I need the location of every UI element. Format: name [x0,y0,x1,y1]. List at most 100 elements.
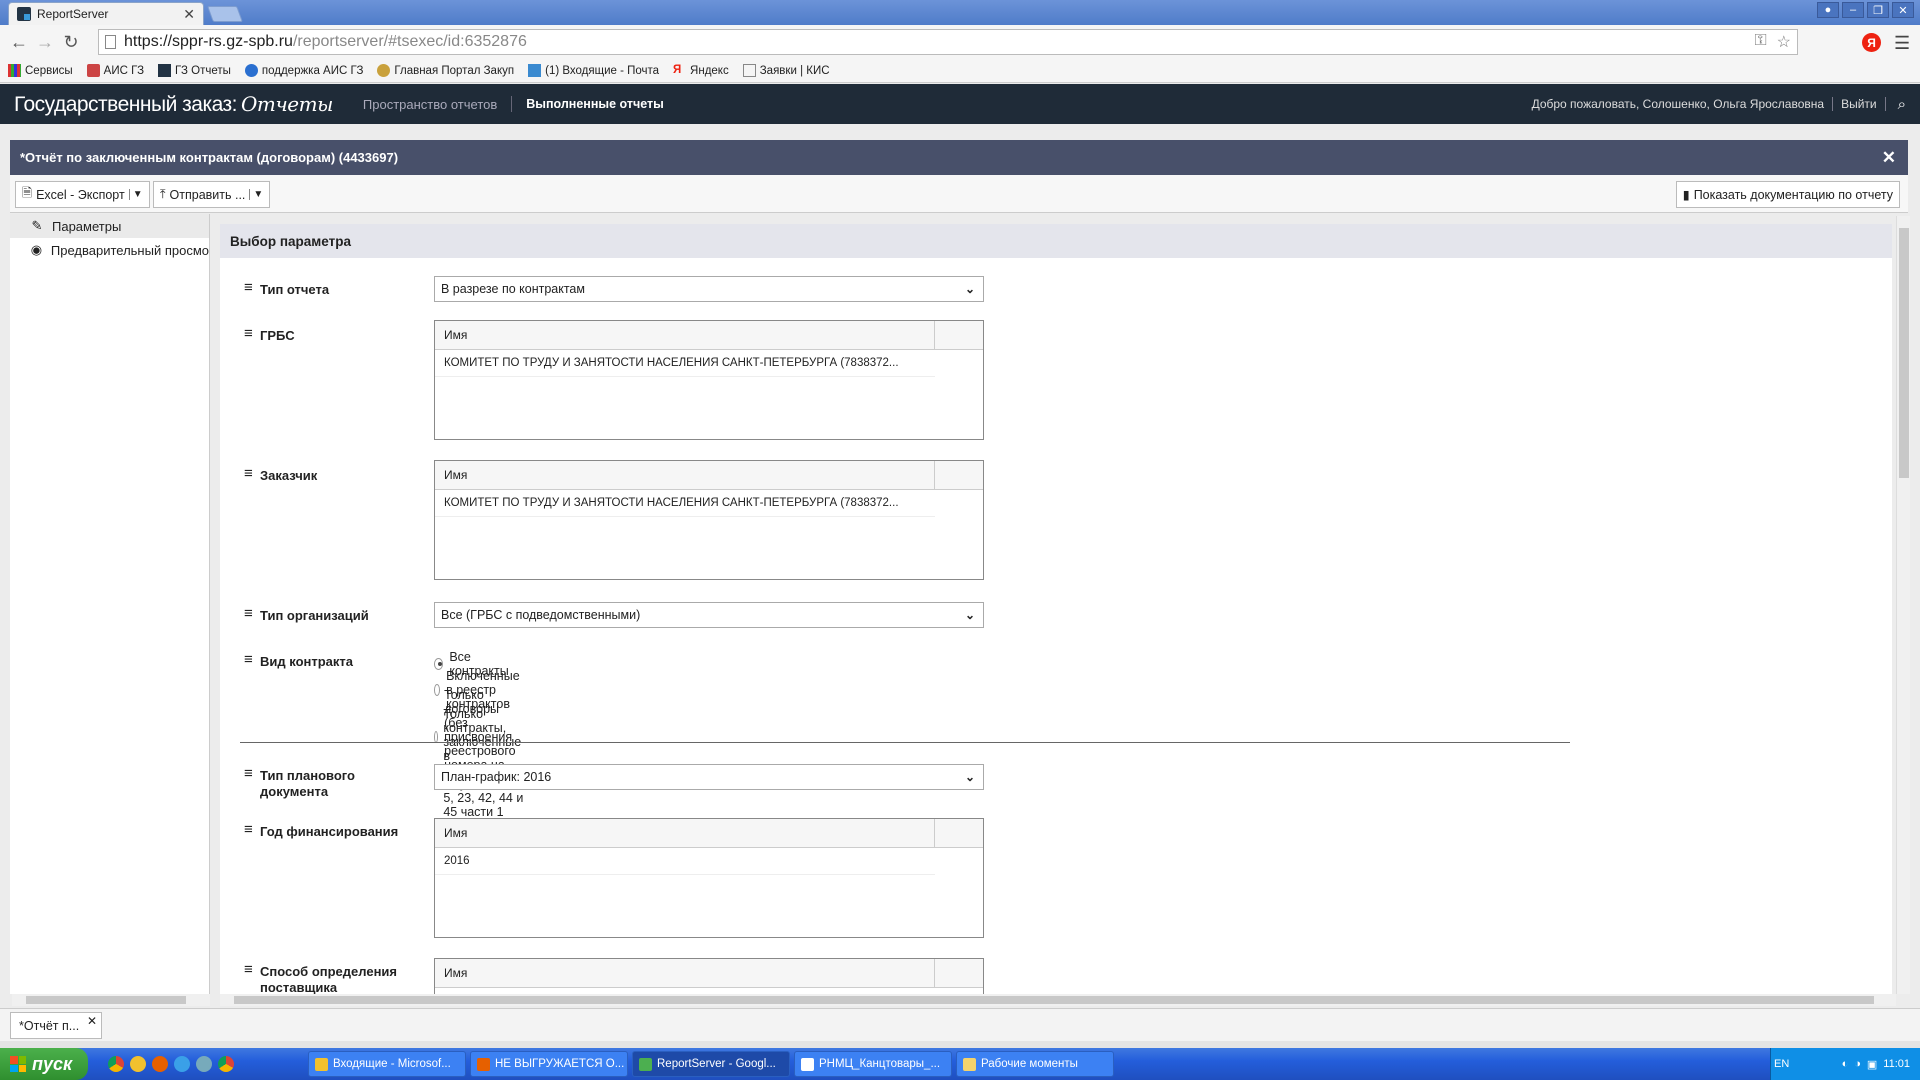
browser-menu-icon[interactable]: ☰ [1894,33,1910,54]
chevron-down-icon: ⌄ [964,770,975,784]
org-type-select[interactable]: Все (ГРБС с подведомственными) ⌄ [434,602,984,628]
left-panel: ✎ Параметры ◉ Предварительный просмо [10,214,210,994]
scroll-thumb[interactable] [26,996,186,1004]
chevron-down-icon: ⌄ [964,282,975,296]
page-icon [105,35,116,49]
fin-year-listbox[interactable]: Имя 2016 [434,818,984,938]
tools-icon [86,64,100,77]
document-icon [742,64,756,77]
left-item-parameters[interactable]: ✎ Параметры [10,214,209,238]
bookmark-yandex[interactable]: Я Яндекс [673,64,729,77]
supplier-column-header[interactable]: Имя [435,959,983,988]
firefox-icon[interactable] [152,1056,168,1072]
customer-list-item[interactable]: КОМИТЕТ ПО ТРУДУ И ЗАНЯТОСТИ НАСЕЛЕНИЯ С… [435,490,935,517]
chrome-icon [639,1057,652,1071]
bookmark-kis[interactable]: Заявки | КИС [742,64,830,77]
plan-doc-select[interactable]: План-график: 2016 ⌄ [434,764,984,790]
bookmark-mail[interactable]: (1) Входящие - Почта [528,64,659,77]
bookmark-star-icon[interactable]: ☆ [1777,32,1791,52]
minimize-icon[interactable]: – [1842,2,1864,18]
nav-reports-space[interactable]: Пространство отчетов [363,97,497,112]
yandex-icon[interactable]: Я [1862,33,1881,52]
app-logo[interactable]: Государственный заказ: Отчеты [14,92,333,117]
tab-close-icon[interactable]: ✕ [183,6,195,23]
task-folder[interactable]: Рабочие моменты [956,1051,1114,1077]
grbs-column-header[interactable]: Имя [435,321,983,350]
task-outlook[interactable]: Входящие - Microsof... [308,1051,466,1077]
upload-icon: ⤒ [160,187,166,201]
reload-icon[interactable]: ↻ [58,32,84,53]
scroll-thumb[interactable] [1899,228,1909,478]
nav-separator [511,96,513,112]
windows-taskbar: пуск Входящие - Microsof... НЕ ВЫГРУЖАЕТ… [0,1048,1920,1080]
customer-label: Заказчик [244,466,404,484]
bookmark-support[interactable]: поддержка АИС ГЗ [244,64,363,77]
task-chrome[interactable]: ReportServer - Googl... [632,1051,790,1077]
report-type-label: Тип отчета [244,280,404,298]
back-arrow-icon[interactable]: ← [6,32,32,53]
left-item-preview[interactable]: ◉ Предварительный просмо [10,238,209,262]
welcome-text: Добро пожаловать, Солошенко, Ольга Яросл… [1531,97,1825,111]
excel-icon [801,1057,814,1071]
send-button[interactable]: ⤒ Отправить ... ▼ [153,181,271,208]
book-icon: ▮ [1682,188,1690,202]
taskbar-buttons: Входящие - Microsof... НЕ ВЫГРУЖАЕТСЯ О.… [308,1051,1114,1077]
browser-tab[interactable]: ReportServer ✕ [8,2,204,25]
chrome-icon[interactable] [218,1056,234,1072]
scroll-thumb[interactable] [234,996,1874,1004]
url-input[interactable]: https://sppr-rs.gz-spb.ru/reportserver/#… [98,29,1798,55]
report-type-select[interactable]: В разрезе по контрактам ⌄ [434,276,984,302]
nav-executed-reports[interactable]: Выполненные отчеты [526,97,664,111]
bookmark-services[interactable]: Сервисы [8,64,73,77]
globe-icon [244,64,258,77]
key-icon[interactable]: ⚿ [1754,32,1766,52]
close-window-icon[interactable]: ✕ [1892,2,1914,18]
supplier-method-label: Способ определения поставщика [244,962,404,994]
bookmark-gz-reports[interactable]: ГЗ Отчеты [158,64,231,77]
outlook-icon[interactable] [130,1056,146,1072]
show-docs-button[interactable]: ▮ Показать документацию по отчету [1675,181,1900,208]
chrome-icon[interactable] [108,1056,124,1072]
user-icon[interactable]: ● [1817,2,1839,18]
forward-arrow-icon[interactable]: → [32,32,58,53]
horizontal-scrollbar[interactable] [220,994,1896,1006]
eye-icon: ◉ [30,242,43,257]
language-indicator[interactable]: EN [1774,1058,1789,1070]
search-icon[interactable]: ⌕ [1898,96,1906,113]
window-controls: ● – ❐ ✕ [1817,2,1914,18]
grbs-listbox[interactable]: Имя КОМИТЕТ ПО ТРУДУ И ЗАНЯТОСТИ НАСЕЛЕН… [434,320,984,440]
supplier-method-listbox[interactable]: Имя [434,958,984,994]
left-panel-scrollbar[interactable] [12,994,210,1006]
chevron-down-icon[interactable]: ▼ [249,189,263,200]
task-firefox[interactable]: НЕ ВЫГРУЖАЕТСЯ О... [470,1051,628,1077]
bookmark-portal[interactable]: Главная Портал Закуп [377,64,514,77]
messenger-icon[interactable] [196,1056,212,1072]
customer-listbox[interactable]: Имя КОМИТЕТ ПО ТРУДУ И ЗАНЯТОСТИ НАСЕЛЕН… [434,460,984,580]
org-type-label: Тип организаций [244,606,404,624]
clock[interactable]: 11:01 [1883,1058,1910,1070]
bookmark-ais-gz[interactable]: АИС ГЗ [86,64,144,77]
edit-icon: ✎ [31,218,43,233]
close-report-icon[interactable]: ✕ [1882,148,1896,168]
logout-link[interactable]: Выйти [1841,97,1877,111]
network-icon[interactable]: ▣ [1867,1058,1877,1071]
tray-icon[interactable]: ◑ [1854,1058,1861,1070]
excel-export-button[interactable]: 🗎 Excel - Экспорт ▼ [15,181,150,208]
task-excel[interactable]: РНМЦ_Канцтовары_... [794,1051,952,1077]
start-button[interactable]: пуск [0,1048,88,1080]
quick-launch [108,1056,234,1072]
fin-year-list-item[interactable]: 2016 [435,848,935,875]
customer-column-header[interactable]: Имя [435,461,983,490]
vertical-scrollbar[interactable] [1896,216,1910,994]
grbs-list-item[interactable]: КОМИТЕТ ПО ТРУДУ И ЗАНЯТОСТИ НАСЕЛЕНИЯ С… [435,350,935,377]
restore-icon[interactable]: ❐ [1867,2,1889,18]
ie-icon[interactable] [174,1056,190,1072]
report-tab[interactable]: *Отчёт п... ✕ [10,1012,102,1039]
fin-year-column-header[interactable]: Имя [435,819,983,848]
tray-icon[interactable]: ◐ [1842,1058,1849,1070]
reportserver-icon [158,64,172,77]
new-tab-button[interactable] [207,6,243,22]
address-bar: ← → ↻ https://sppr-rs.gz-spb.ru/reportse… [0,25,1920,59]
close-tab-icon[interactable]: ✕ [87,1014,97,1028]
chevron-down-icon[interactable]: ▼ [128,189,143,200]
